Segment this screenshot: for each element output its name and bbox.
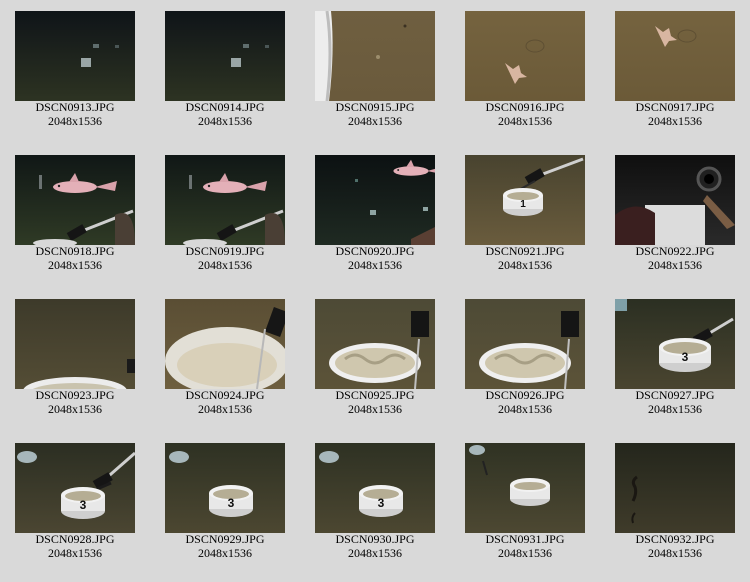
- thumbnail-image[interactable]: [465, 11, 585, 101]
- filename-label: DSCN0925.JPG: [335, 388, 415, 402]
- filename-label: DSCN0931.JPG: [485, 532, 565, 546]
- svg-text:3: 3: [80, 498, 87, 512]
- thumbnail-image[interactable]: [315, 155, 435, 245]
- filename-label: DSCN0924.JPG: [185, 388, 265, 402]
- filename-label: DSCN0922.JPG: [635, 244, 715, 258]
- filename-label: DSCN0913.JPG: [35, 100, 115, 114]
- dimensions-label: 2048x1536: [48, 402, 102, 416]
- gallery-item: DSCN0918.JPG 2048x1536: [15, 155, 135, 287]
- gallery-item: DSCN0914.JPG 2048x1536: [165, 11, 285, 143]
- dimensions-label: 2048x1536: [48, 258, 102, 272]
- filename-label: DSCN0920.JPG: [335, 244, 415, 258]
- gallery-item: 1 DSCN0921.JPG 2048x1536: [465, 155, 585, 287]
- gallery-item: DSCN0923.JPG 2048x1536: [15, 299, 135, 431]
- filename-label: DSCN0923.JPG: [35, 388, 115, 402]
- dimensions-label: 2048x1536: [648, 402, 702, 416]
- thumbnail-image[interactable]: [15, 155, 135, 245]
- gallery-item: 3 DSCN0929.JPG 2048x1536: [165, 443, 285, 575]
- thumbnail-image[interactable]: [615, 443, 735, 533]
- dimensions-label: 2048x1536: [48, 546, 102, 560]
- thumbnail-image[interactable]: 3: [615, 299, 735, 389]
- thumbnail-image[interactable]: [15, 299, 135, 389]
- filename-label: DSCN0928.JPG: [35, 532, 115, 546]
- gallery-item: DSCN0932.JPG 2048x1536: [615, 443, 735, 575]
- thumbnail-image[interactable]: 3: [15, 443, 135, 533]
- thumbnail-image[interactable]: [165, 155, 285, 245]
- svg-text:3: 3: [228, 496, 235, 510]
- filename-label: DSCN0914.JPG: [185, 100, 265, 114]
- thumbnail-image[interactable]: [465, 443, 585, 533]
- thumbnail-image[interactable]: [615, 11, 735, 101]
- filename-label: DSCN0917.JPG: [635, 100, 715, 114]
- filename-label: DSCN0932.JPG: [635, 532, 715, 546]
- thumbnail-image[interactable]: [165, 11, 285, 101]
- filename-label: DSCN0915.JPG: [335, 100, 415, 114]
- svg-text:3: 3: [378, 496, 385, 510]
- filename-label: DSCN0929.JPG: [185, 532, 265, 546]
- gallery-item: DSCN0926.JPG 2048x1536: [465, 299, 585, 431]
- filename-label: DSCN0927.JPG: [635, 388, 715, 402]
- gallery-item: DSCN0925.JPG 2048x1536: [315, 299, 435, 431]
- dimensions-label: 2048x1536: [198, 546, 252, 560]
- gallery-item: DSCN0915.JPG 2048x1536: [315, 11, 435, 143]
- dimensions-label: 2048x1536: [348, 258, 402, 272]
- dimensions-label: 2048x1536: [198, 114, 252, 128]
- filename-label: DSCN0916.JPG: [485, 100, 565, 114]
- dimensions-label: 2048x1536: [348, 114, 402, 128]
- svg-text:3: 3: [682, 350, 689, 364]
- gallery-item: DSCN0924.JPG 2048x1536: [165, 299, 285, 431]
- filename-label: DSCN0919.JPG: [185, 244, 265, 258]
- dimensions-label: 2048x1536: [498, 546, 552, 560]
- thumbnail-image[interactable]: [465, 299, 585, 389]
- dimensions-label: 2048x1536: [198, 258, 252, 272]
- thumbnail-image[interactable]: [315, 299, 435, 389]
- filename-label: DSCN0921.JPG: [485, 244, 565, 258]
- dimensions-label: 2048x1536: [648, 258, 702, 272]
- gallery-item: 3 DSCN0930.JPG 2048x1536: [315, 443, 435, 575]
- gallery-item: DSCN0931.JPG 2048x1536: [465, 443, 585, 575]
- gallery-item: DSCN0919.JPG 2048x1536: [165, 155, 285, 287]
- dimensions-label: 2048x1536: [648, 546, 702, 560]
- dimensions-label: 2048x1536: [498, 258, 552, 272]
- dimensions-label: 2048x1536: [48, 114, 102, 128]
- thumbnail-gallery: DSCN0913.JPG 2048x1536 DSCN0914.JPG 2048x1…: [0, 0, 750, 582]
- gallery-item: 3 DSCN0928.JPG 2048x1536: [15, 443, 135, 575]
- gallery-item: DSCN0920.JPG 2048x1536: [315, 155, 435, 287]
- gallery-item: DSCN0916.JPG 2048x1536: [465, 11, 585, 143]
- thumbnail-image[interactable]: 3: [165, 443, 285, 533]
- dimensions-label: 2048x1536: [648, 114, 702, 128]
- filename-label: DSCN0918.JPG: [35, 244, 115, 258]
- thumbnail-image[interactable]: [315, 11, 435, 101]
- thumbnail-image[interactable]: 3: [315, 443, 435, 533]
- thumbnail-image[interactable]: [165, 299, 285, 389]
- thumbnail-image[interactable]: 1: [465, 155, 585, 245]
- gallery-item: 3 DSCN0927.JPG 2048x1536: [615, 299, 735, 431]
- dimensions-label: 2048x1536: [198, 402, 252, 416]
- gallery-item: DSCN0922.JPG 2048x1536: [615, 155, 735, 287]
- dimensions-label: 2048x1536: [348, 402, 402, 416]
- gallery-item: DSCN0913.JPG 2048x1536: [15, 11, 135, 143]
- thumbnail-image[interactable]: [15, 11, 135, 101]
- gallery-item: DSCN0917.JPG 2048x1536: [615, 11, 735, 143]
- dimensions-label: 2048x1536: [348, 546, 402, 560]
- dimensions-label: 2048x1536: [498, 402, 552, 416]
- filename-label: DSCN0930.JPG: [335, 532, 415, 546]
- thumbnail-image[interactable]: [615, 155, 735, 245]
- dimensions-label: 2048x1536: [498, 114, 552, 128]
- svg-text:1: 1: [520, 199, 526, 210]
- filename-label: DSCN0926.JPG: [485, 388, 565, 402]
